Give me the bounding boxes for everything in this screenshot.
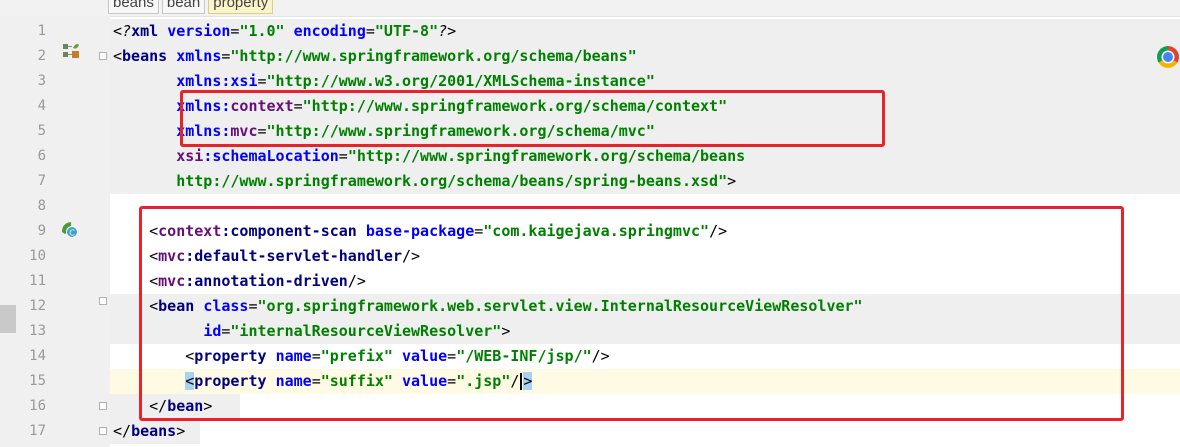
line-number: 12 xyxy=(29,298,46,314)
breadcrumb-item-property[interactable]: property xyxy=(208,0,274,14)
line-number: 16 xyxy=(29,398,46,414)
code-text: </beans> xyxy=(113,419,185,444)
fold-marker-bean-open[interactable] xyxy=(99,297,107,305)
code-token: xmlns xyxy=(176,47,222,65)
code-line[interactable]: http://www.springframework.org/schema/be… xyxy=(110,169,1180,194)
code-token: = xyxy=(338,147,348,165)
fold-marker-beans-open[interactable] xyxy=(99,52,107,60)
line-number: 2 xyxy=(37,48,46,64)
code-line[interactable]: <beans xmlns="http://www.springframework… xyxy=(110,44,1180,69)
code-token: </ xyxy=(113,422,132,440)
line-number: 4 xyxy=(37,98,46,114)
code-token: xmlns:xsi xyxy=(176,72,258,90)
breadcrumb: beans bean property xyxy=(108,0,274,14)
code-text: <beans xmlns="http://www.springframework… xyxy=(113,44,637,69)
line-number-gutter: C 1 2 3 4 5 6 7 8 9 10 11 12 13 14 15 16 17 xyxy=(0,16,110,447)
fold-marker-beans-close[interactable] xyxy=(99,427,107,435)
code-token: = xyxy=(365,22,375,40)
code-token: < xyxy=(113,47,123,65)
highlight-box-namespaces xyxy=(180,90,885,147)
code-line[interactable]: </beans> xyxy=(110,419,1180,444)
highlight-box-config-block xyxy=(139,206,1124,421)
code-token: http://www.springframework.org/schema/be… xyxy=(176,172,728,190)
code-text: <?xml version="1.0" encoding="UTF-8"?> xyxy=(113,19,456,44)
code-text: http://www.springframework.org/schema/be… xyxy=(113,169,736,194)
code-token: encoding xyxy=(293,22,366,40)
line-number: 5 xyxy=(37,123,46,139)
code-token: "http://www.springframework.org/schema/b… xyxy=(230,47,637,65)
line-number: 11 xyxy=(29,273,46,289)
code-token: > xyxy=(176,422,186,440)
breadcrumb-item-beans[interactable]: beans xyxy=(108,0,159,14)
line-number: 9 xyxy=(37,223,46,239)
code-text: xsi:schemaLocation="http://www.springfra… xyxy=(113,144,745,169)
fold-marker-bean-close[interactable] xyxy=(99,402,107,410)
line-number: 1 xyxy=(37,23,46,39)
code-token: "http://www.springframework.org/schema/b… xyxy=(347,147,746,165)
code-token: xsi xyxy=(176,147,204,165)
code-token: ?> xyxy=(438,22,457,40)
code-line[interactable]: <?xml version="1.0" encoding="UTF-8"?> xyxy=(110,19,1180,44)
line-number: 6 xyxy=(37,148,46,164)
code-line[interactable]: xsi:schemaLocation="http://www.springfra… xyxy=(110,144,1180,169)
line-number: 3 xyxy=(37,73,46,89)
chrome-browser-icon[interactable] xyxy=(1157,46,1179,68)
code-token: "http://www.w3.org/2001/XMLSchema-instan… xyxy=(266,72,655,90)
breadcrumb-bar: beans bean property xyxy=(0,0,1180,17)
code-token: = xyxy=(257,72,267,90)
svg-text:C: C xyxy=(69,229,75,238)
line-number: 10 xyxy=(29,248,46,264)
code-token: version xyxy=(167,22,231,40)
code-token: > xyxy=(727,172,737,190)
line-number: 17 xyxy=(29,423,46,439)
line-number: 7 xyxy=(37,173,46,189)
code-token: :schemaLocation xyxy=(203,147,339,165)
line-number: 8 xyxy=(37,198,46,214)
code-token: "1.0" xyxy=(239,22,285,40)
spring-bean-icon[interactable] xyxy=(62,42,80,60)
breadcrumb-item-bean[interactable]: bean xyxy=(161,0,206,14)
code-token: xml xyxy=(131,22,168,40)
code-token: "UTF-8" xyxy=(374,22,439,40)
code-token: beans xyxy=(131,422,177,440)
line-number: 15 xyxy=(29,373,46,389)
spring-component-scan-icon[interactable]: C xyxy=(60,220,78,238)
line-number: 13 xyxy=(29,323,46,339)
code-token: beans xyxy=(122,47,177,65)
code-token: <? xyxy=(113,22,132,40)
line-number: 14 xyxy=(29,348,46,364)
